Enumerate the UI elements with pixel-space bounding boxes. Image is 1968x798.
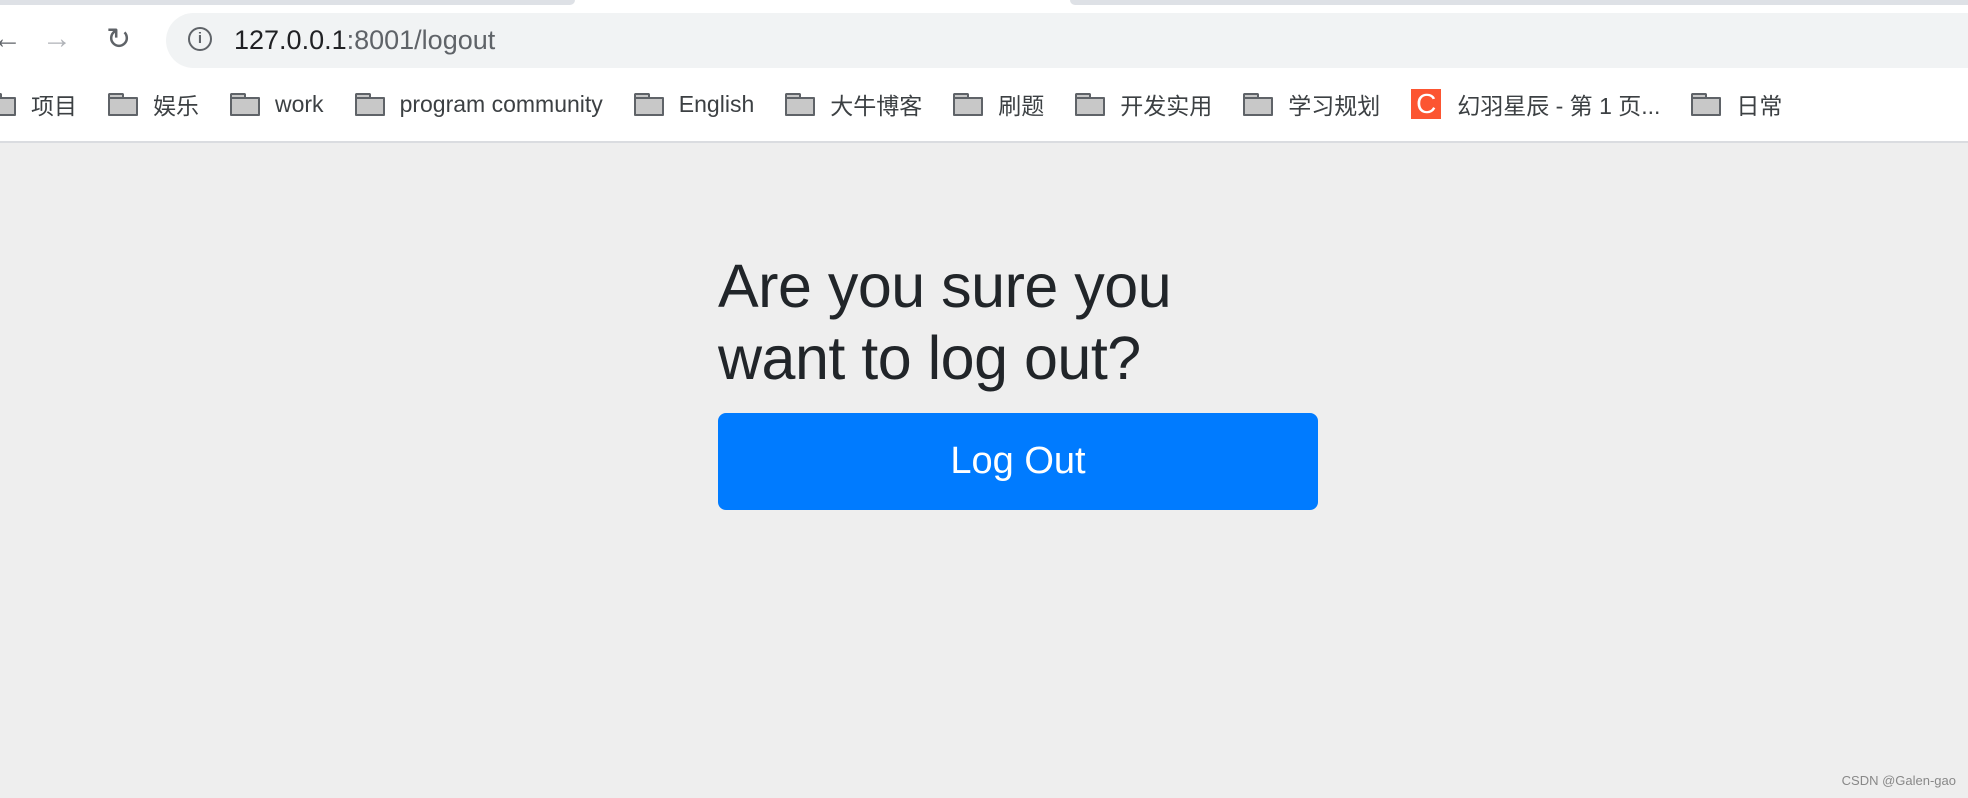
bookmark-program-community[interactable]: program community [354, 90, 603, 118]
bookmark-label: 开发实用 [1120, 93, 1213, 119]
bookmark-label: 日常 [1736, 93, 1783, 119]
bookmark-label: English [678, 90, 755, 117]
folder-icon [0, 93, 16, 116]
tab[interactable] [1070, 0, 1968, 5]
url-text[interactable]: 127.0.0.1:8001/logout [234, 25, 495, 56]
bookmark-label: 学习规划 [1288, 93, 1381, 119]
folder-icon [108, 93, 138, 116]
folder-icon [1691, 93, 1722, 116]
browser-chrome: ← → ↻ i 127.0.0.1:8001/logout 项目 娱乐 work… [0, 0, 1968, 143]
bookmark-label: 娱乐 [153, 93, 199, 119]
bookmark-label: program community [399, 90, 603, 117]
bookmark-english[interactable]: English [633, 90, 755, 118]
forward-icon[interactable]: → [42, 22, 72, 56]
bookmark-xiangmu[interactable]: 项目 [0, 87, 77, 121]
reload-icon[interactable]: ↻ [106, 22, 131, 57]
folder-icon [633, 93, 664, 116]
tab-strip [0, 0, 1968, 5]
bookmark-daniu-blog[interactable]: 大牛博客 [785, 87, 922, 121]
bookmark-yule[interactable]: 娱乐 [108, 87, 199, 121]
address-bar[interactable]: i 127.0.0.1:8001/logout [166, 13, 1968, 68]
tab[interactable] [0, 0, 575, 5]
bookmark-xuexi[interactable]: 学习规划 [1243, 87, 1380, 121]
bookmark-shuati[interactable]: 刷题 [953, 87, 1044, 121]
folder-icon [230, 93, 260, 116]
url-path: :8001/logout [346, 25, 496, 55]
bookmark-label: 大牛博客 [830, 93, 923, 119]
folder-icon [1243, 93, 1274, 116]
url-host: 127.0.0.1 [234, 25, 347, 55]
watermark: CSDN @Galen-gao [1841, 773, 1956, 788]
folder-icon [785, 93, 816, 116]
bookmark-csdn[interactable]: C 幻羽星辰 - 第 1 页... [1411, 87, 1660, 121]
bookmark-label: 项目 [31, 93, 77, 119]
bookmark-label: 幻羽星辰 - 第 1 页... [1457, 93, 1661, 119]
bookmark-richang[interactable]: 日常 [1691, 87, 1782, 121]
bookmark-label: 刷题 [998, 93, 1045, 119]
logout-button[interactable]: Log Out [718, 413, 1318, 510]
folder-icon [953, 93, 984, 116]
logout-form: Are you sure you want to log out? [718, 250, 1238, 394]
back-icon[interactable]: ← [0, 22, 22, 56]
bookmark-kaifa[interactable]: 开发实用 [1075, 87, 1212, 121]
info-icon[interactable]: i [188, 27, 212, 51]
folder-icon [1075, 93, 1106, 116]
folder-icon [354, 93, 385, 116]
bookmark-work[interactable]: work [230, 91, 324, 118]
bookmark-label: work [275, 90, 324, 117]
page-title: Are you sure you want to log out? [718, 252, 1172, 392]
csdn-icon: C [1411, 89, 1442, 119]
bookmarks-bar: 项目 娱乐 work program community English 大牛博… [0, 86, 1813, 122]
